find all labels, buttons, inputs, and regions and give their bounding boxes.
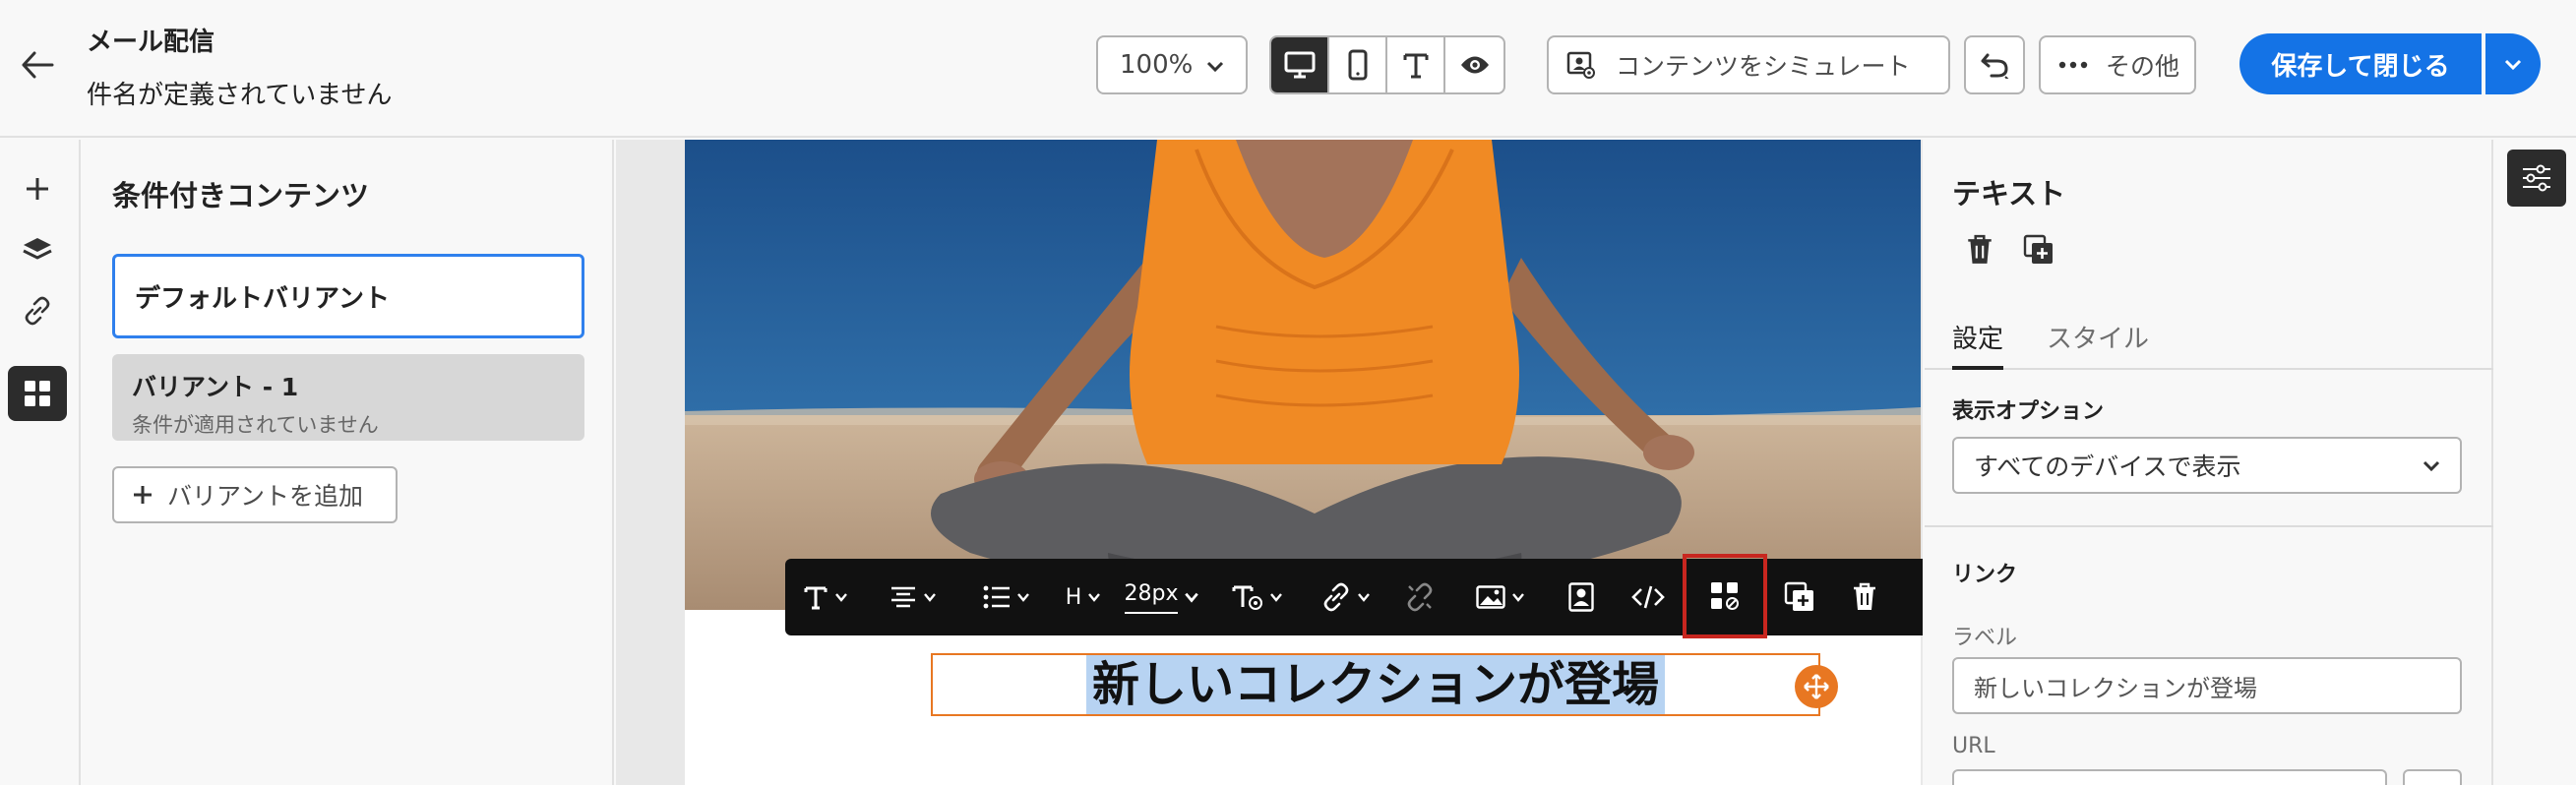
list-icon — [983, 585, 1010, 609]
zoom-value: 100% — [1120, 50, 1194, 80]
font-size-value: 28px — [1124, 581, 1179, 614]
more-button[interactable]: その他 — [2039, 35, 2196, 94]
duplicate-icon[interactable] — [2023, 234, 2055, 266]
link-dropdown[interactable] — [1305, 559, 1387, 635]
more-dots-icon — [2058, 61, 2088, 69]
header: メール配信 件名が定義されていません 100% コンテンツをシミュレート その他… — [0, 0, 2576, 138]
save-and-close-button[interactable]: 保存して閉じる — [2239, 33, 2482, 94]
mobile-icon[interactable] — [1329, 37, 1388, 92]
chevron-down-icon — [1512, 593, 1524, 602]
tab-settings[interactable]: 設定 — [1952, 319, 2003, 355]
list-dropdown[interactable] — [960, 559, 1053, 635]
duplicate-icon[interactable] — [1767, 559, 1832, 635]
add-variant-label: バリアントを追加 — [167, 482, 364, 511]
properties-panel: テキスト 設定 スタイル 表示オプション すべてのデバイスで表示 リンク ラベル… — [1925, 140, 2493, 785]
email-body: H 28px 新しいコレクションが登場 — [685, 140, 1923, 785]
chevron-down-icon — [1206, 61, 1224, 73]
conditional-content-icon — [1711, 582, 1739, 610]
display-options-label: 表示オプション — [1952, 399, 2105, 424]
conditional-content-icon[interactable] — [8, 366, 67, 421]
text-style-icon — [1232, 585, 1262, 610]
chevron-down-icon — [1088, 593, 1101, 602]
font-size-dropdown[interactable]: 28px — [1114, 559, 1210, 635]
settings-sliders-icon[interactable] — [2507, 150, 2566, 207]
component-actions — [1966, 234, 2055, 266]
left-rail — [0, 140, 81, 785]
layers-icon[interactable] — [8, 222, 67, 277]
add-variant-button[interactable]: バリアントを追加 — [112, 466, 398, 523]
code-icon[interactable] — [1614, 559, 1683, 635]
text-mode-icon[interactable] — [1387, 37, 1446, 92]
image-dropdown[interactable] — [1452, 559, 1549, 635]
link-icon[interactable] — [8, 283, 67, 338]
link-icon — [1323, 582, 1349, 612]
variant-1-item[interactable]: バリアント - 1 条件が適用されていません — [112, 354, 584, 441]
delete-icon[interactable] — [1966, 234, 1993, 266]
properties-tabs: 設定 スタイル — [1925, 305, 2493, 370]
panel-title: 条件付きコンテンツ — [112, 179, 370, 212]
text-content[interactable]: 新しいコレクションが登場 — [1085, 655, 1665, 714]
text-type-icon — [804, 586, 828, 610]
image-icon — [1476, 585, 1505, 609]
unlink-icon[interactable] — [1387, 559, 1452, 635]
text-format-toolbar: H 28px — [785, 554, 1923, 638]
variant-1-status: 条件が適用されていません — [132, 413, 379, 437]
chevron-down-icon — [1185, 592, 1199, 603]
display-options-select[interactable]: すべてのデバイスで表示 — [1952, 437, 2462, 494]
hero-image[interactable] — [685, 140, 1921, 610]
email-subject: 件名が定義されていません — [87, 81, 393, 110]
desktop-icon[interactable] — [1271, 37, 1330, 92]
chevron-down-icon — [1017, 593, 1029, 602]
personalization-icon[interactable] — [1549, 559, 1614, 635]
align-center-icon — [891, 586, 915, 608]
variant-1-name: バリアント - 1 — [132, 373, 299, 401]
delete-icon[interactable] — [1832, 559, 1897, 635]
conditional-content-panel: 条件付きコンテンツ デフォルトバリアント バリアント - 1 条件が適用されてい… — [83, 140, 614, 785]
conditional-content-button[interactable] — [1683, 554, 1767, 638]
undo-icon — [1981, 53, 2009, 79]
zoom-select[interactable]: 100% — [1096, 35, 1248, 94]
panel-title: テキスト — [1952, 177, 2066, 211]
back-arrow-icon[interactable] — [18, 45, 57, 85]
default-variant-item[interactable]: デフォルトバリアント — [112, 254, 584, 338]
chevron-down-icon — [2423, 460, 2440, 472]
text-type-dropdown[interactable] — [785, 559, 866, 635]
simulate-content-button[interactable]: コンテンツをシミュレート — [1547, 35, 1950, 94]
add-icon[interactable] — [8, 161, 67, 216]
chevron-down-icon — [924, 593, 936, 602]
heading-dropdown[interactable]: H — [1053, 559, 1114, 635]
align-dropdown[interactable] — [866, 559, 960, 635]
url-field-label: URL — [1952, 734, 1995, 758]
chevron-down-icon — [1270, 593, 1282, 602]
display-options-value: すべてのデバイスで表示 — [1974, 453, 2241, 481]
email-canvas: H 28px 新しいコレクションが登場 — [616, 140, 1923, 785]
chevron-down-icon — [2504, 59, 2522, 71]
plus-icon — [134, 486, 152, 504]
label-input[interactable]: 新しいコレクションが登場 — [1952, 657, 2462, 714]
more-label: その他 — [2106, 52, 2180, 81]
chevron-down-icon — [1358, 593, 1370, 602]
heading-label: H — [1065, 584, 1082, 610]
text-color-dropdown[interactable] — [1210, 559, 1305, 635]
move-handle-icon[interactable] — [1795, 665, 1838, 708]
save-options-dropdown[interactable] — [2485, 33, 2541, 94]
app-title: メール配信 — [87, 28, 215, 57]
selected-text-block[interactable]: 新しいコレクションが登場 — [931, 653, 1820, 716]
right-rail — [2495, 140, 2576, 785]
label-field-label: ラベル — [1952, 626, 2018, 650]
chevron-down-icon — [835, 593, 847, 602]
tab-style[interactable]: スタイル — [2047, 319, 2149, 355]
preview-eye-icon[interactable] — [1445, 37, 1503, 92]
simulate-icon — [1566, 51, 1595, 79]
active-tab-indicator — [1952, 366, 2003, 370]
url-options-button[interactable] — [2403, 769, 2462, 785]
simulate-label: コンテンツをシミュレート — [1616, 52, 1911, 81]
url-input[interactable] — [1952, 769, 2387, 785]
device-toggle-group — [1269, 35, 1505, 94]
link-section-label: リンク — [1952, 563, 2018, 587]
undo-button[interactable] — [1964, 35, 2025, 94]
section-divider — [1925, 525, 2493, 527]
